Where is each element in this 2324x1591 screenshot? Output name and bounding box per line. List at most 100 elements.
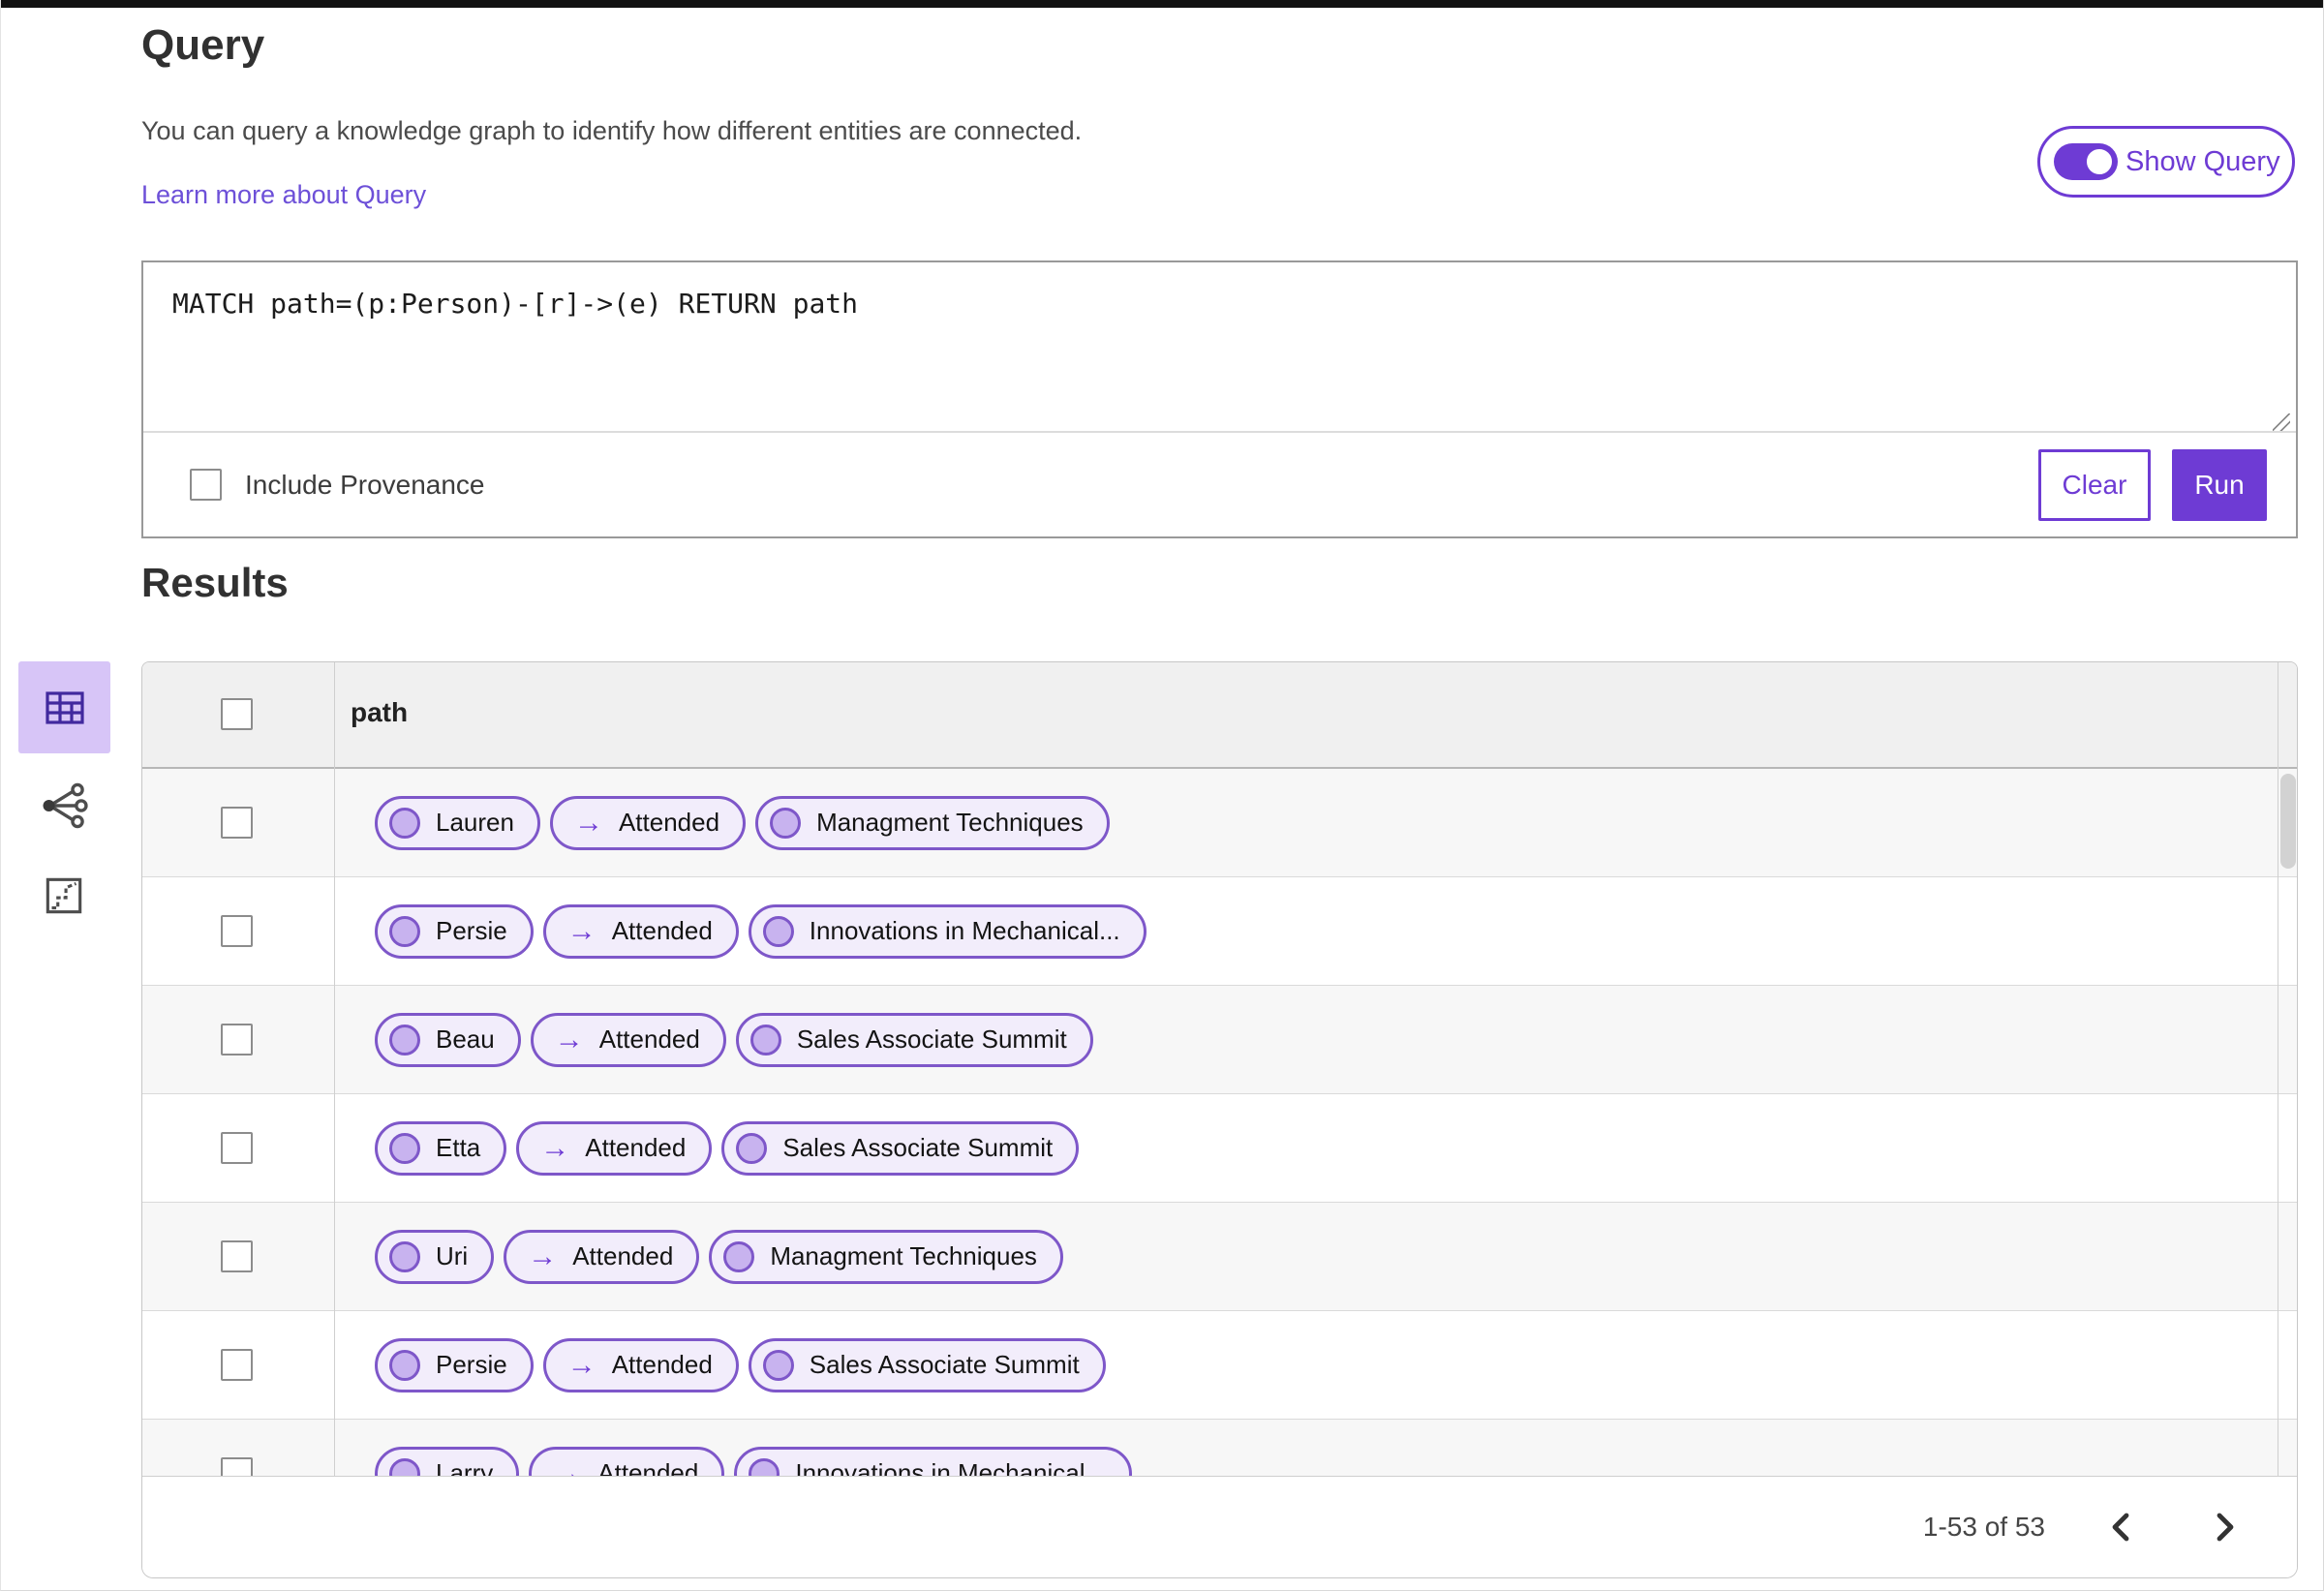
include-provenance-checkbox[interactable] — [190, 469, 222, 501]
edge-arrow-icon: → — [566, 914, 596, 947]
node-icon — [749, 1024, 781, 1056]
page-description: You can query a knowledge graph to ident… — [141, 116, 1083, 145]
node-icon — [736, 1132, 768, 1164]
table-row: Persie → Attended Innovations in Mechani… — [142, 877, 2297, 986]
source-node-pill[interactable]: Lauren — [375, 795, 540, 850]
source-node-pill[interactable]: Persie — [375, 1337, 534, 1392]
node-icon — [723, 1240, 755, 1272]
path-cell: Beau → Attended Sales Associate Summit — [375, 986, 1093, 1093]
source-node-label: Uri — [436, 1241, 469, 1270]
pagination-bar: 1-53 of 53 — [142, 1476, 2297, 1577]
results-heading: Results — [141, 560, 289, 605]
query-editor-footer: Include Provenance Clear Run — [143, 431, 2296, 536]
results-table-card: path Lauren → Attended Managment Techniq… — [141, 661, 2298, 1578]
table-header-row: path — [142, 662, 2297, 769]
path-cell: Lauren → Attended Managment Techniques — [375, 769, 1110, 876]
node-icon — [389, 1132, 420, 1164]
edge-label: Attended — [572, 1241, 674, 1270]
edge-arrow-icon: → — [554, 1023, 584, 1056]
target-node-pill[interactable]: Sales Associate Summit — [721, 1120, 1080, 1176]
source-node-label: Etta — [436, 1133, 481, 1162]
source-node-pill[interactable]: Beau — [375, 1012, 521, 1067]
source-node-label: Persie — [436, 1350, 507, 1379]
query-page: Query You can query a knowledge graph to… — [0, 0, 2324, 1591]
clear-button[interactable]: Clear — [2038, 448, 2151, 521]
target-node-pill[interactable]: Sales Associate Summit — [735, 1012, 1093, 1067]
graph-view-icon — [43, 782, 88, 829]
row-checkbox[interactable] — [221, 807, 253, 839]
node-icon — [389, 807, 420, 839]
node-icon — [762, 1349, 794, 1381]
row-checkbox[interactable] — [221, 1240, 253, 1272]
row-checkbox[interactable] — [221, 1132, 253, 1164]
target-node-label: Sales Associate Summit — [796, 1025, 1067, 1054]
page-title: Query — [141, 21, 265, 69]
source-node-label: Beau — [436, 1025, 495, 1054]
column-header-path: path — [351, 697, 409, 727]
source-node-pill[interactable]: Etta — [375, 1120, 507, 1176]
edge-pill[interactable]: → Attended — [542, 1337, 739, 1392]
target-node-label: Innovations in Mechanical... — [809, 916, 1120, 945]
target-node-pill[interactable]: Innovations in Mechanical... — [748, 903, 1147, 959]
node-icon — [389, 1240, 420, 1272]
learn-more-link[interactable]: Learn more about Query — [141, 180, 426, 210]
tab-chart-view[interactable] — [32, 864, 96, 928]
edge-pill[interactable]: → Attended — [542, 903, 739, 959]
run-button[interactable]: Run — [2172, 448, 2267, 521]
node-icon — [389, 1349, 420, 1381]
edge-arrow-icon: → — [566, 1348, 596, 1381]
edge-label: Attended — [618, 808, 720, 837]
tab-graph-view[interactable] — [30, 772, 98, 840]
include-provenance-label: Include Provenance — [245, 469, 485, 500]
chevron-left-icon — [2112, 1513, 2129, 1542]
select-all-checkbox[interactable] — [221, 698, 253, 730]
node-icon — [770, 807, 802, 839]
window-top-border — [1, 0, 2323, 8]
query-input[interactable]: MATCH path=(p:Person)-[r]->(e) RETURN pa… — [143, 262, 2296, 431]
edge-arrow-icon: → — [540, 1131, 570, 1164]
source-node-pill[interactable]: Persie — [375, 903, 534, 959]
tab-table-view[interactable] — [18, 661, 110, 753]
toggle-switch-icon — [2054, 143, 2118, 180]
target-node-pill[interactable]: Managment Techniques — [709, 1229, 1063, 1284]
edge-label: Attended — [611, 916, 713, 945]
table-row: Etta → Attended Sales Associate Summit — [142, 1094, 2297, 1203]
chart-view-icon — [46, 877, 82, 914]
row-checkbox[interactable] — [221, 1349, 253, 1381]
table-row: Persie → Attended Sales Associate Summit — [142, 1311, 2297, 1420]
node-icon — [389, 1024, 420, 1056]
source-node-pill[interactable]: Uri — [375, 1229, 495, 1284]
target-node-label: Managment Techniques — [816, 808, 1084, 837]
path-cell: Persie → Attended Sales Associate Summit — [375, 1311, 1106, 1419]
target-node-pill[interactable]: Sales Associate Summit — [748, 1337, 1106, 1392]
resize-grip-icon[interactable] — [2269, 410, 2292, 433]
edge-pill[interactable]: → Attended — [549, 795, 747, 850]
node-icon — [762, 915, 794, 947]
table-row: Lauren → Attended Managment Techniques — [142, 769, 2297, 877]
edge-label: Attended — [598, 1025, 700, 1054]
target-node-label: Sales Associate Summit — [782, 1133, 1054, 1162]
row-checkbox[interactable] — [221, 1024, 253, 1056]
edge-arrow-icon: → — [573, 806, 603, 839]
table-view-icon — [45, 690, 84, 724]
edge-pill[interactable]: → Attended — [504, 1229, 700, 1284]
edge-pill[interactable]: → Attended — [516, 1120, 713, 1176]
edge-pill[interactable]: → Attended — [530, 1012, 726, 1067]
table-body: Lauren → Attended Managment Techniques P… — [142, 769, 2297, 1528]
scrollbar-thumb[interactable] — [2280, 774, 2296, 869]
toggle-knob — [2084, 146, 2115, 177]
source-node-label: Lauren — [436, 808, 514, 837]
show-query-toggle[interactable]: Show Query — [2037, 126, 2295, 198]
target-node-label: Managment Techniques — [770, 1241, 1037, 1270]
previous-page-button[interactable] — [2092, 1498, 2150, 1556]
chevron-right-icon — [2217, 1513, 2234, 1542]
edge-label: Attended — [585, 1133, 687, 1162]
row-checkbox[interactable] — [221, 915, 253, 947]
target-node-pill[interactable]: Managment Techniques — [755, 795, 1110, 850]
source-node-label: Persie — [436, 916, 507, 945]
node-icon — [389, 915, 420, 947]
next-page-button[interactable] — [2196, 1498, 2254, 1556]
path-cell: Etta → Attended Sales Associate Summit — [375, 1094, 1080, 1202]
pagination-range-label: 1-53 of 53 — [1922, 1512, 2045, 1542]
edge-arrow-icon: → — [528, 1239, 558, 1272]
